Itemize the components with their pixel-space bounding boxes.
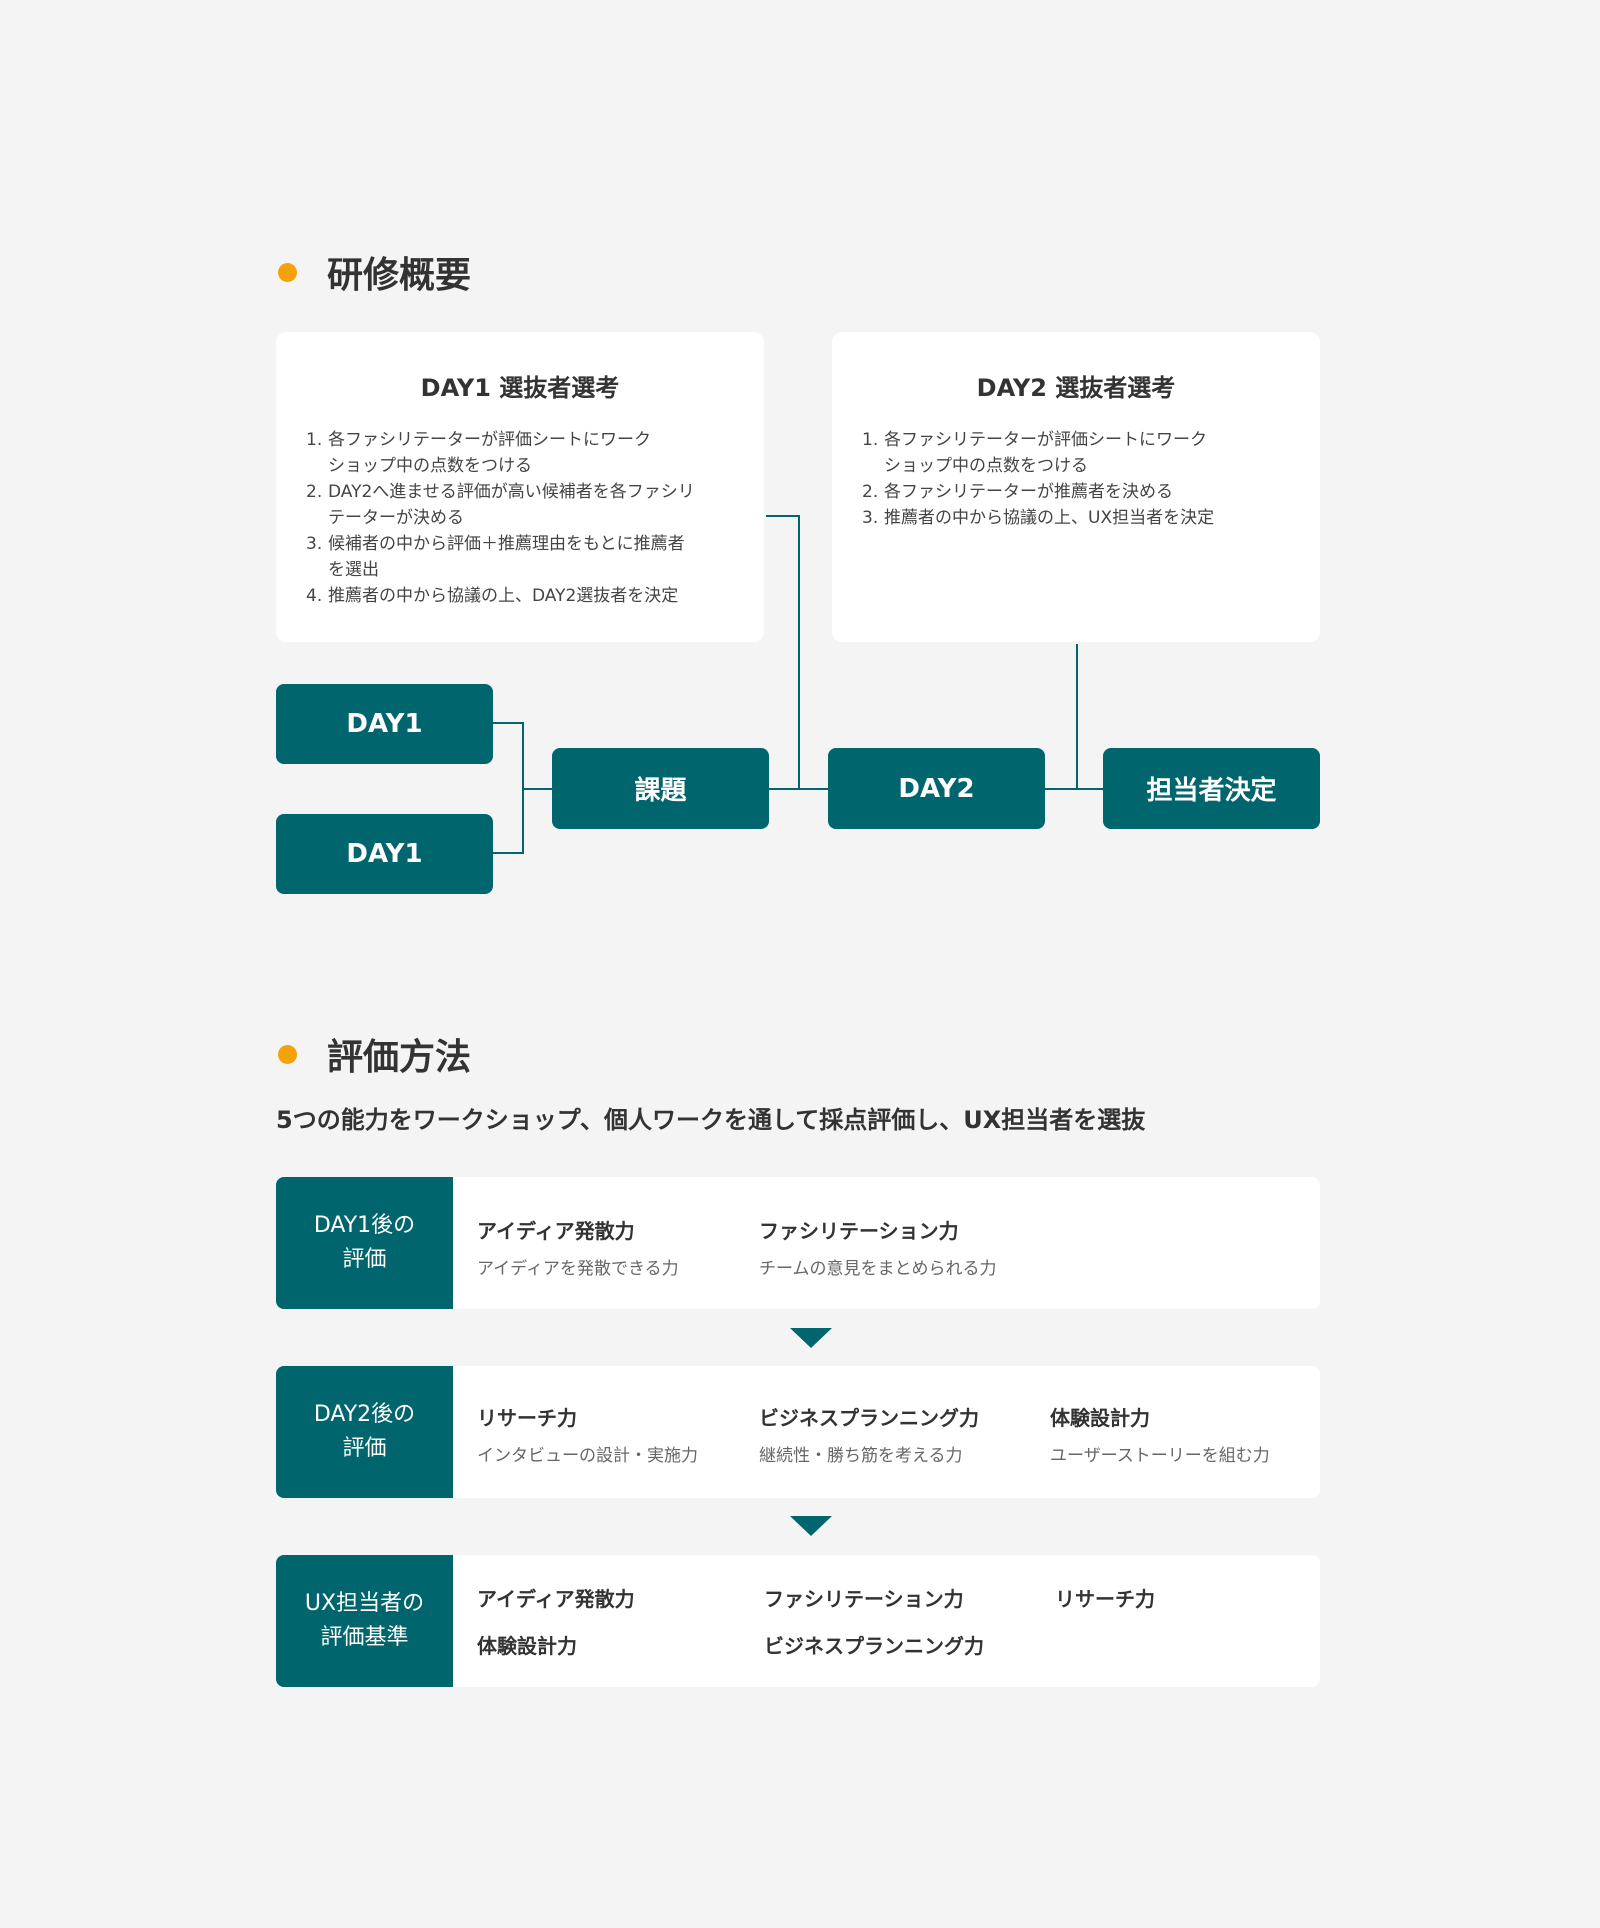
ability-item: ファシリテーション力 チームの意見をまとめられる力 [759,1219,997,1279]
flow-node-day1-b: DAY1 [276,814,493,894]
flow-node-day1-a: DAY1 [276,684,493,764]
connector-day1b [493,789,524,854]
down-arrow-icon [790,1516,832,1536]
flow-node-day2: DAY2 [828,748,1045,829]
ability-item: 体験設計力 ユーザーストーリーを組む力 [1050,1406,1270,1466]
standard-item: 体験設計力 [477,1634,577,1658]
eval-row-label: DAY1後の 評価 [276,1177,453,1309]
eval-row-day2: DAY2後の 評価 リサーチ力 インタビューの設計・実施力 ビジネスプランニング… [276,1366,1320,1498]
down-arrow-icon [790,1328,832,1348]
eval-row-day1: DAY1後の 評価 アイディア発散力 アイディアを発散できる力 ファシリテーショ… [276,1177,1320,1309]
standard-item: リサーチ力 [1055,1587,1155,1611]
standard-item: ビジネスプランニング力 [764,1634,984,1658]
eval-row-standard: UX担当者の 評価基準 アイディア発散力 ファシリテーション力 リサーチ力 体験… [276,1555,1320,1687]
evaluation-subtitle: 5つの能力をワークショップ、個人ワークを通して採点評価し、UX担当者を選抜 [276,1106,1146,1134]
eval-row-label: UX担当者の 評価基準 [276,1555,453,1687]
bullet-icon [278,1044,297,1064]
evaluation-title: 評価方法 [327,1037,472,1078]
flow-node-decision: 担当者決定 [1103,748,1320,829]
connector-day1card [766,515,800,789]
eval-row-label: DAY2後の 評価 [276,1366,453,1498]
ability-item: ビジネスプランニング力 継続性・勝ち筋を考える力 [759,1406,979,1466]
connector-day1a [493,722,524,789]
flow-node-task: 課題 [552,748,769,829]
standard-item: ファシリテーション力 [764,1587,964,1611]
evaluation-heading: 評価方法 [278,1028,471,1080]
standard-item: アイディア発散力 [477,1587,635,1611]
ability-item: アイディア発散力 アイディアを発散できる力 [477,1219,679,1279]
ability-item: リサーチ力 インタビューの設計・実施力 [477,1406,698,1466]
